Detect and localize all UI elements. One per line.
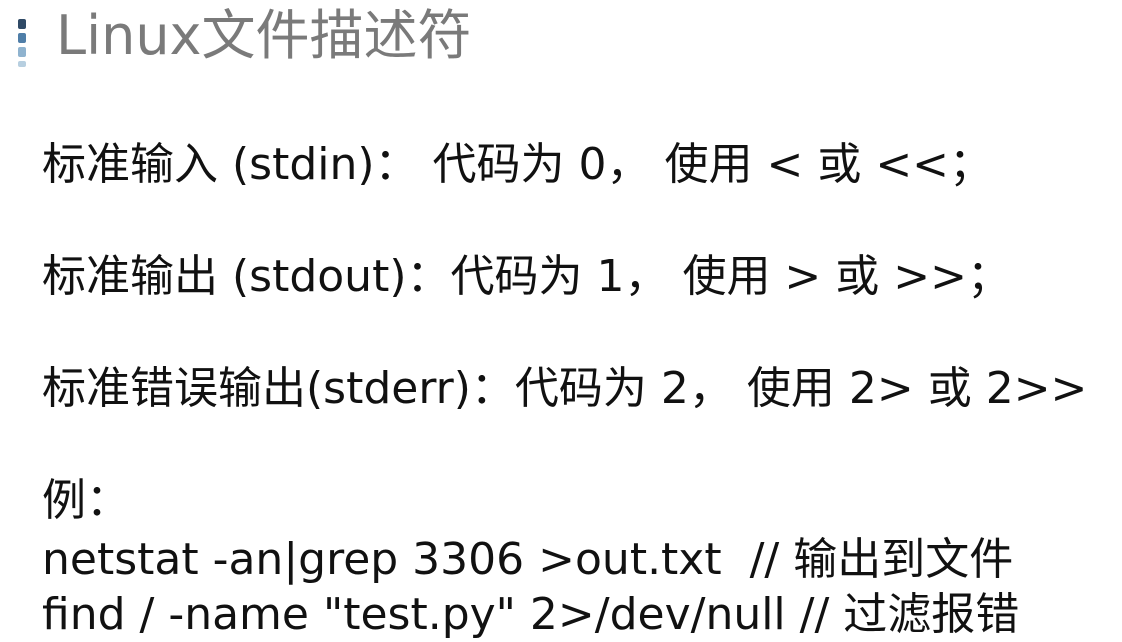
title-bar: Linux文件描述符 [16,6,472,72]
slide-title: Linux文件描述符 [56,4,472,67]
decoration-bar [18,47,26,57]
example-label: 例： [42,475,130,526]
decoration-bar [18,19,26,29]
example-command-find: find / -name "test.py" 2>/dev/null // 过滤… [42,589,1020,640]
example-command-netstat: netstat -an|grep 3306 >out.txt // 输出到文件 [42,534,1014,585]
title-decoration-icon [16,11,26,67]
stderr-description: 标准错误输出(stderr)：代码为 2， 使用 2> 或 2>> [42,363,1088,414]
stdin-description: 标准输入 (stdin)： 代码为 0， 使用 < 或 <<； [42,139,994,190]
decoration-bar [18,61,26,67]
stdout-description: 标准输出 (stdout)：代码为 1， 使用 > 或 >>； [42,251,1012,302]
decoration-bar [18,33,26,43]
